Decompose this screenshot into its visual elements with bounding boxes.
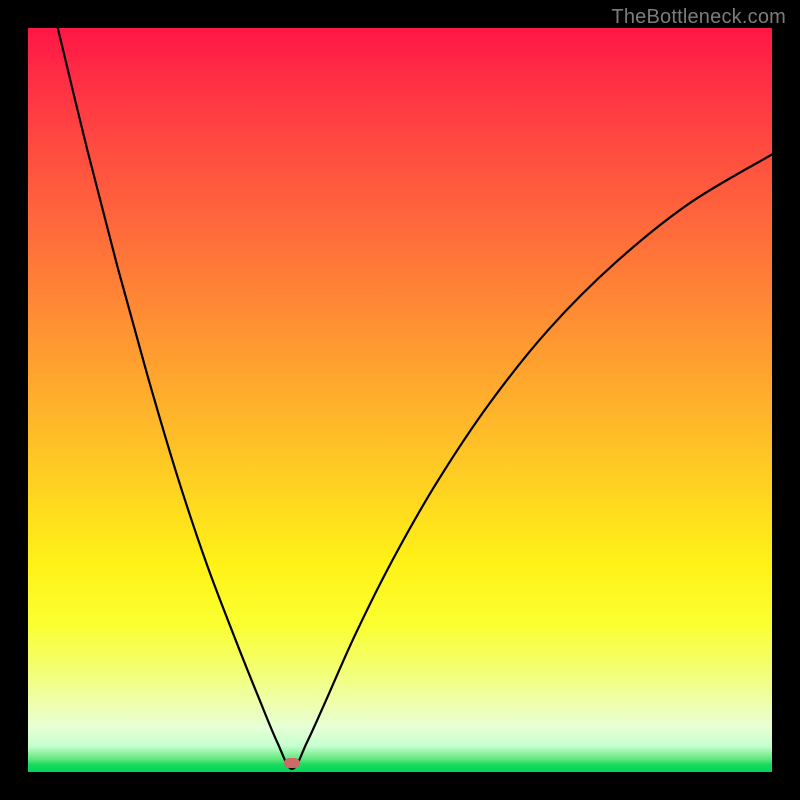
optimal-marker (284, 758, 300, 768)
outer-frame: TheBottleneck.com (0, 0, 800, 800)
bottleneck-curve (28, 28, 772, 772)
watermark-text: TheBottleneck.com (611, 6, 786, 29)
plot-area (28, 28, 772, 772)
